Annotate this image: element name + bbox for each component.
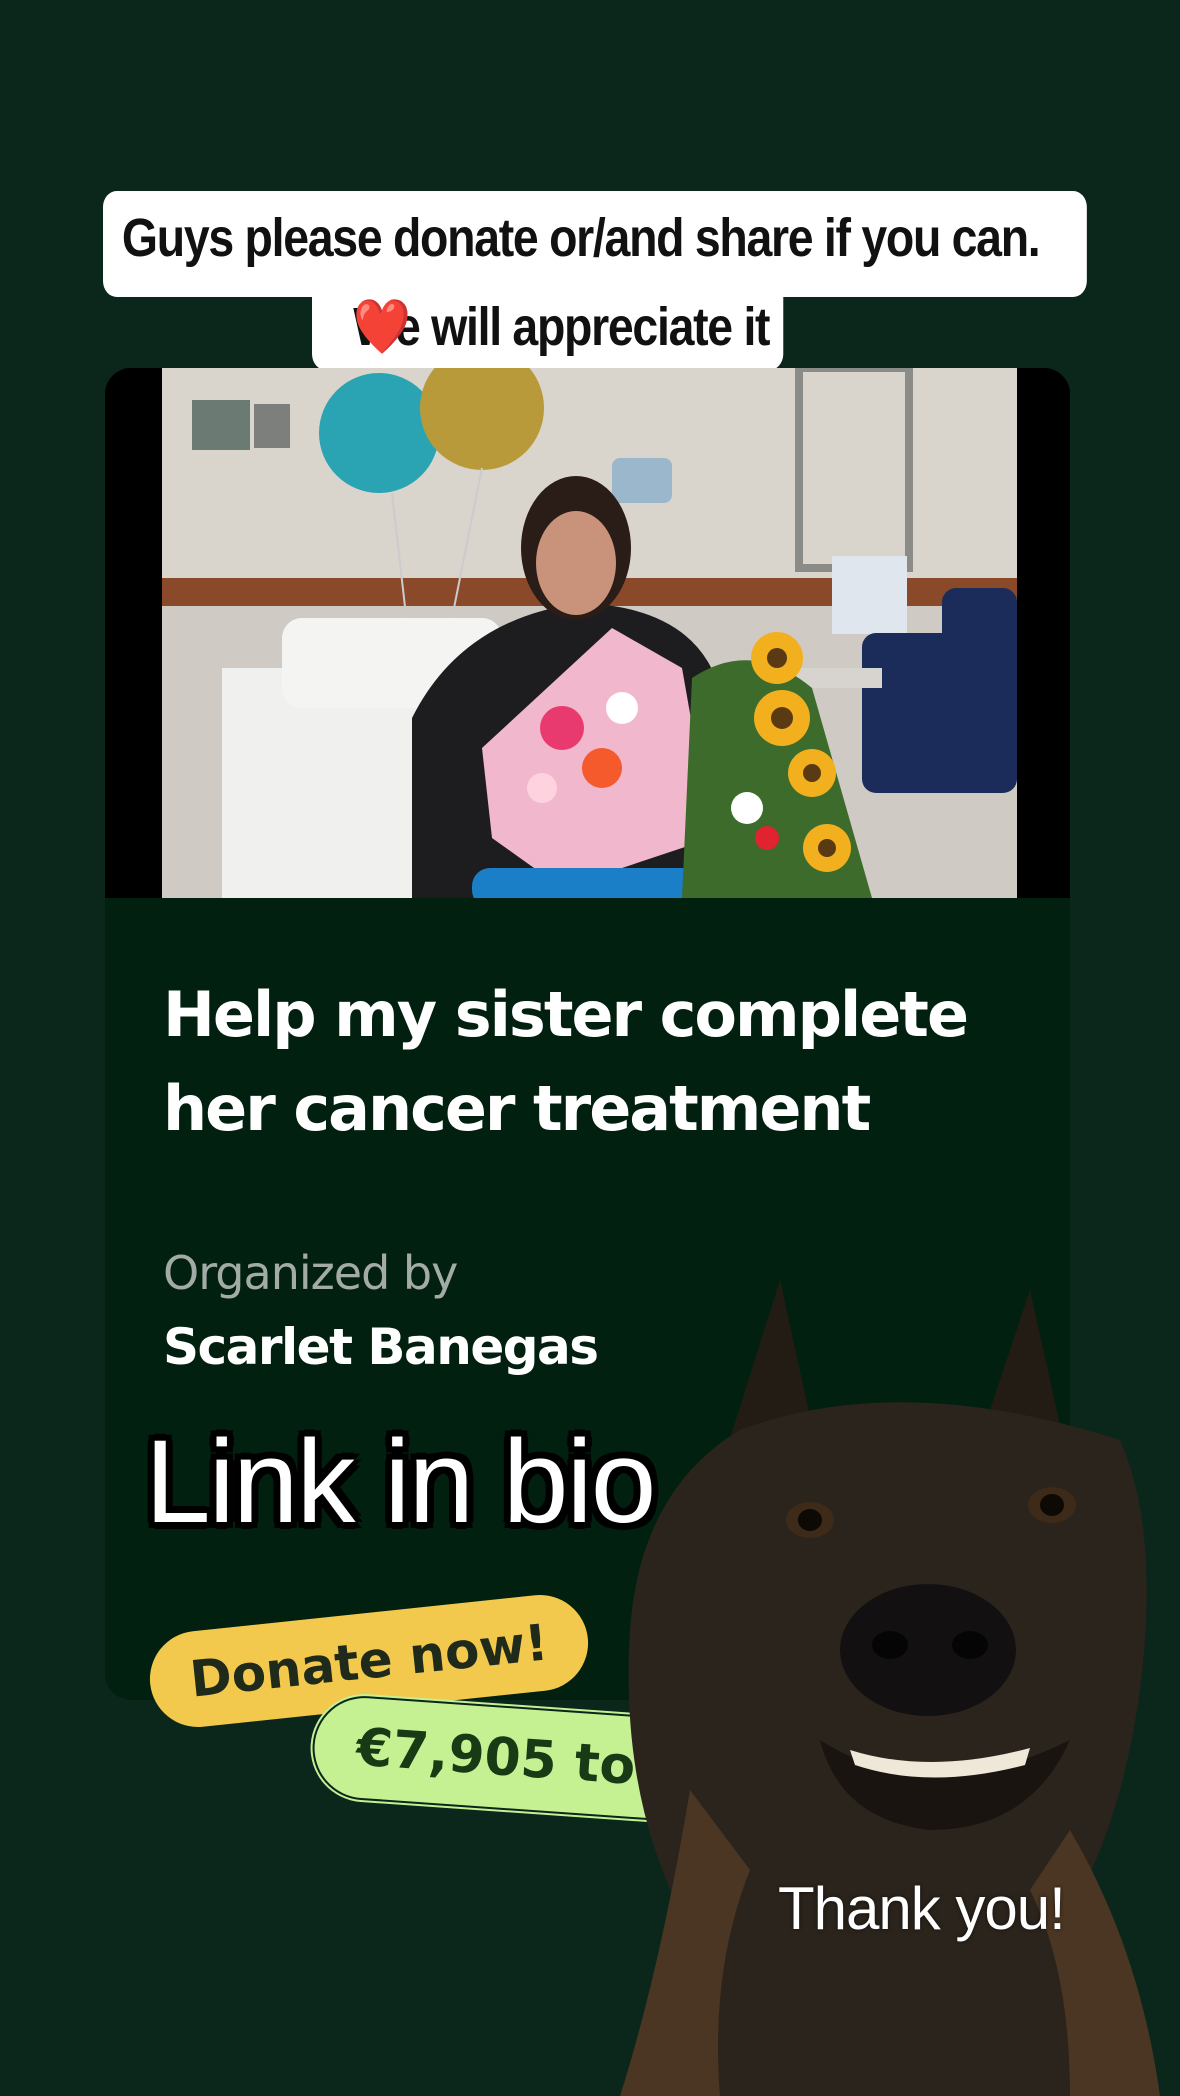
link-in-bio-text: Link in bio xyxy=(145,1416,656,1548)
fundraiser-title[interactable]: Help my sister complete her cancer treat… xyxy=(163,968,1023,1156)
caption-text-2-words: We will appreciate it xyxy=(353,297,770,357)
caption-text-1: Guys please donate or/and share if you c… xyxy=(121,208,1041,268)
fundraiser-photo xyxy=(105,368,1070,898)
organizer-label: Organized by xyxy=(163,1246,458,1300)
dog-sticker-image xyxy=(620,1280,1160,2096)
heart-emoji-icon: ❤️ xyxy=(353,297,411,357)
caption-line-2: We will appreciate it ❤️ xyxy=(312,284,784,370)
organizer-name[interactable]: Scarlet Banegas xyxy=(163,1318,599,1376)
hospital-photo-illustration xyxy=(162,368,1017,898)
thank-you-caption: Thank you! xyxy=(778,1875,1066,1942)
caption-line-1: Guys please donate or/and share if you c… xyxy=(103,191,1087,297)
